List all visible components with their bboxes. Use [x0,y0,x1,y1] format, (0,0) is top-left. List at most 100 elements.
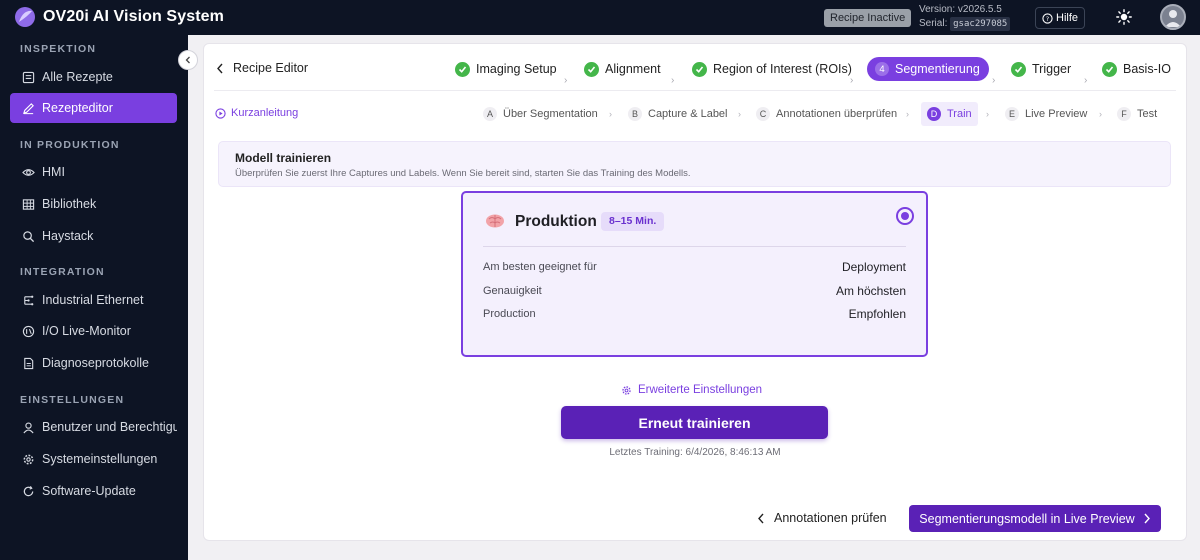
main-panel: Recipe Editor Imaging Setup › Alignment … [203,43,1187,541]
chevron-right-icon: › [564,75,568,86]
sidebar-item-alle-rezepte[interactable]: Alle Rezepte [10,62,177,92]
chevron-right-icon: › [609,109,612,119]
chevron-right-icon [1144,513,1150,524]
model-radio[interactable] [896,207,914,225]
help-button[interactable]: ? Hilfe [1035,7,1086,29]
gear-icon [23,454,34,464]
sidebar-item-industrial-ethernet[interactable]: Industrial Ethernet [10,285,177,315]
substep-label: Train [947,108,972,120]
model-row-label: Production [483,308,536,320]
model-name: Produktion [515,213,597,230]
eye-icon [22,168,35,176]
sidebar-item-hmi[interactable]: HMI [10,157,177,187]
next-live-preview-button[interactable]: Segmentierungsmodell in Live Preview [909,505,1161,532]
training-time-badge: 8–15 Min. [601,212,665,231]
sidebar-item-label: Diagnoseprotokolle [42,356,150,370]
grid-icon [22,198,35,210]
version-info: Version: v2026.5.5 Serial: gsac297085 [919,3,1011,31]
model-row-value: Deployment [841,260,906,274]
model-option-card[interactable]: Produktion 8–15 Min. Am besten geeignet … [461,191,928,357]
chevron-right-icon: › [992,75,996,86]
model-row-value: Empfohlen [848,307,906,321]
sidebar-item-label: Rezepteditor [42,101,113,115]
sidebar-item-label: Alle Rezepte [42,70,113,84]
substep-label: Test [1137,108,1158,120]
sidebar-item-label: Benutzer und Berechtigungen [42,420,177,434]
sidebar: INSPEKTION Alle Rezepte Rezepteditor IN … [0,35,188,560]
app-title: OV20i AI Vision System [43,8,224,25]
quick-guide-label: Kurzanleitung [231,107,299,119]
sidebar-item-rezepteditor[interactable]: Rezepteditor [10,93,177,123]
sidebar-section-integration: INTEGRATION [20,266,105,278]
check-icon [455,61,470,77]
quick-guide-link[interactable]: Kurzanleitung [215,107,298,119]
play-circle-icon [215,107,226,119]
step-basis-io[interactable]: Basis-IO [1102,57,1171,81]
search-icon [23,230,35,242]
svg-text:?: ? [1046,14,1049,22]
header-divider [214,90,1176,91]
substep-train[interactable]: D Train [921,102,978,126]
back-button-label: Annotationen prüfen [774,511,887,525]
substep-live-preview[interactable]: E Live Preview [1005,102,1087,126]
substep-letter: F [1117,107,1131,121]
substep-ueber-segmentation[interactable]: A Über Segmentation [483,102,598,126]
banner-description: Überprüfen Sie zuerst Ihre Captures und … [235,168,691,179]
version-text: Version: v2026.5.5 [919,4,1002,15]
sidebar-item-label: Systemeinstellungen [42,452,158,466]
substep-letter: D [927,107,941,121]
user-avatar[interactable] [1160,4,1186,30]
user-icon [23,421,34,433]
user-avatar-icon [1165,10,1181,27]
brain-icon [486,214,504,228]
sidebar-section-in-produktion: IN PRODUKTION [20,139,120,151]
sidebar-item-systemeinstellungen[interactable]: Systemeinstellungen [10,444,177,474]
check-icon [692,61,707,77]
chevron-left-icon [758,513,764,523]
last-training-text: Letztes Training: 6/4/2026, 8:46:13 AM [609,447,781,458]
serial-value: gsac297085 [950,17,1011,31]
step-label: Trigger [1032,62,1072,76]
step-segmentierung[interactable]: 4 Segmentierung [867,57,989,81]
substep-letter: E [1005,107,1019,121]
check-icon [584,61,599,77]
help-icon: ? [1042,12,1053,24]
substep-label: Über Segmentation [503,108,598,120]
sidebar-section-inspektion: INSPEKTION [20,43,97,55]
substep-label: Capture & Label [648,108,728,120]
sidebar-item-io-live-monitor[interactable]: I/O Live-Monitor [10,316,177,346]
step-label: Basis-IO [1123,62,1171,76]
sidebar-item-bibliothek[interactable]: Bibliothek [10,189,177,219]
substep-label: Live Preview [1025,108,1088,120]
retrain-button[interactable]: Erneut trainieren [561,406,828,439]
step-alignment[interactable]: Alignment [584,57,661,81]
substep-test[interactable]: F Test [1117,102,1157,126]
radio-selected-dot [901,212,909,220]
next-button-label: Segmentierungsmodell in Live Preview [919,511,1135,526]
step-imaging-setup[interactable]: Imaging Setup [455,57,557,81]
model-row-value: Am höchsten [835,284,906,298]
sidebar-item-label: HMI [42,165,65,179]
serial-info: Serial: gsac297085 [919,17,1011,31]
substep-label: Annotationen überprüfen [776,108,898,120]
sidebar-item-haystack[interactable]: Haystack [10,221,177,251]
substep-letter: C [756,107,770,121]
substep-capture-label[interactable]: B Capture & Label [628,102,728,126]
step-trigger[interactable]: Trigger [1011,57,1071,81]
step-label: Segmentierung [895,62,980,76]
check-icon [1011,61,1026,77]
back-to-annotations-button[interactable]: Annotationen prüfen [757,505,887,531]
sidebar-item-software-update[interactable]: Software-Update [10,476,177,506]
sidebar-item-diagnoseprotokolle[interactable]: Diagnoseprotokolle [10,348,177,378]
theme-toggle-icon[interactable] [1116,9,1132,25]
sidebar-item-benutzer[interactable]: Benutzer und Berechtigungen [10,412,177,442]
advanced-settings-link[interactable]: Erweiterte Einstellungen [621,384,762,396]
step-roi[interactable]: Region of Interest (ROIs) [692,57,852,81]
substep-annotationen[interactable]: C Annotationen überprüfen [756,102,897,126]
chevron-right-icon: › [671,75,675,86]
train-info-banner: Modell trainieren Überprüfen Sie zuerst … [218,141,1171,187]
model-row-label: Am besten geeignet für [483,261,597,273]
sidebar-collapse-button[interactable] [178,50,198,70]
model-row-label: Genauigkeit [483,285,542,297]
sidebar-item-label: I/O Live-Monitor [42,324,131,338]
